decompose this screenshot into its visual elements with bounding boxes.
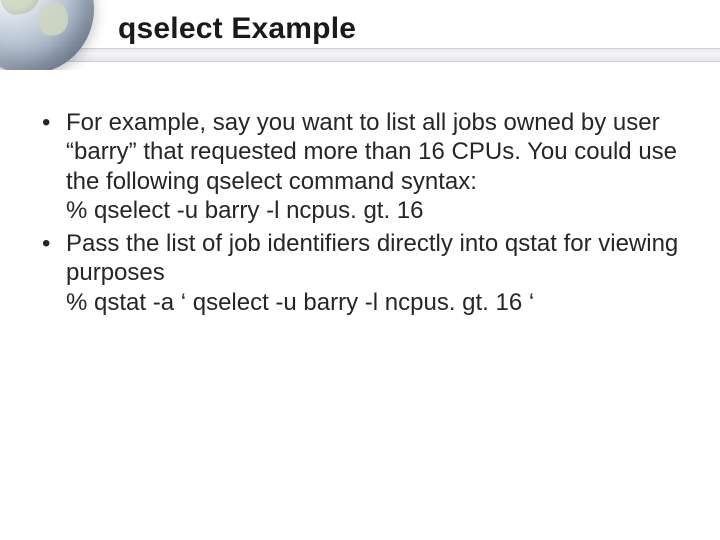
- bullet-subtext: % qselect -u barry -l ncpus. gt. 16: [66, 196, 684, 225]
- bullet-subtext: % qstat -a ‘ qselect -u barry -l ncpus. …: [66, 288, 684, 317]
- bullet-text: Pass the list of job identifiers directl…: [66, 230, 678, 286]
- header-divider: [0, 48, 720, 62]
- bullet-item: For example, say you want to list all jo…: [36, 108, 684, 225]
- bullet-item: Pass the list of job identifiers directl…: [36, 229, 684, 317]
- slide-title: qselect Example: [118, 12, 356, 46]
- slide: qselect Example For example, say you wan…: [0, 0, 720, 540]
- bullet-text: For example, say you want to list all jo…: [66, 109, 677, 195]
- bullet-list: For example, say you want to list all jo…: [36, 108, 684, 317]
- slide-content: For example, say you want to list all jo…: [36, 108, 684, 321]
